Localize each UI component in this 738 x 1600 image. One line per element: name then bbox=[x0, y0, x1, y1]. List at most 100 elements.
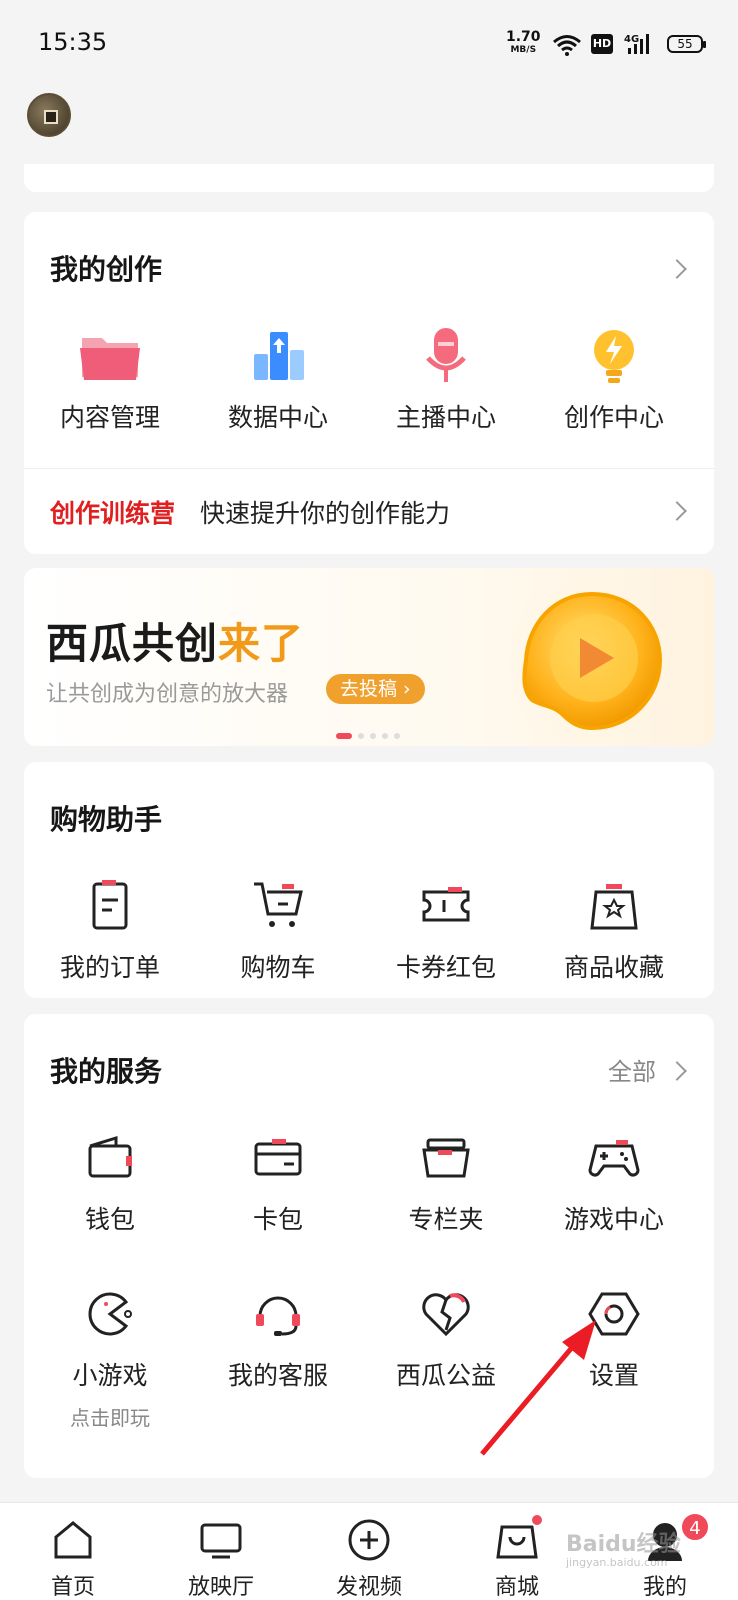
grid-item-content-management[interactable]: 内容管理 bbox=[26, 324, 194, 434]
order-icon bbox=[92, 880, 128, 930]
nav-label: 首页 bbox=[50, 1575, 95, 1600]
grid-item-label: 游戏中心 bbox=[563, 1205, 664, 1234]
nav-home[interactable]: 首页 bbox=[18, 1503, 128, 1600]
grid-item-label: 卡券红包 bbox=[395, 953, 496, 982]
watermark-url: jingyan.baidu.com bbox=[566, 1556, 668, 1569]
grid-item-label: 我的客服 bbox=[227, 1361, 328, 1390]
grid-item-wallet[interactable]: 钱包 bbox=[26, 1126, 194, 1236]
submit-button-label: 去投稿 bbox=[340, 678, 398, 700]
grid-item-label: 数据中心 bbox=[227, 403, 328, 432]
grid-item-label: 卡包 bbox=[252, 1205, 303, 1234]
banner-title-main: 西瓜共创 bbox=[46, 619, 219, 668]
banner-title-highlight: 来了 bbox=[218, 619, 305, 668]
my-services-card: 我的服务 全部 钱包 卡包 专栏夹 游戏中心 小游戏 点击即玩 我的客服 西瓜公… bbox=[24, 1014, 714, 1478]
nav-label: 商城 bbox=[494, 1575, 539, 1600]
grid-item-label: 我的订单 bbox=[59, 953, 160, 982]
training-camp-row[interactable]: 创作训练营 快速提升你的创作能力 bbox=[24, 468, 714, 554]
lightbulb-icon bbox=[594, 330, 634, 383]
home-icon bbox=[54, 1521, 92, 1559]
grid-item-cart[interactable]: 购物车 bbox=[194, 874, 362, 984]
carousel-dot bbox=[382, 733, 388, 739]
my-creation-title: 我的创作 bbox=[50, 253, 163, 286]
status-time: 15:35 bbox=[38, 28, 108, 56]
favorite-bag-icon bbox=[590, 884, 638, 930]
grid-item-label: 内容管理 bbox=[59, 403, 160, 432]
microphone-icon bbox=[426, 328, 466, 382]
data-chart-icon bbox=[254, 332, 304, 380]
pacman-icon bbox=[88, 1292, 132, 1336]
grid-item-data-center[interactable]: 数据中心 bbox=[194, 324, 362, 434]
wifi-icon bbox=[553, 35, 581, 56]
training-camp-text: 快速提升你的创作能力 bbox=[200, 499, 451, 528]
grid-item-label: 小游戏 bbox=[72, 1361, 148, 1390]
nav-label: 发视频 bbox=[335, 1575, 402, 1600]
promo-banner[interactable]: 西瓜共创来了 让共创成为创意的放大器 去投稿 › bbox=[24, 568, 714, 746]
folder-icon bbox=[80, 338, 140, 380]
mall-notification-dot bbox=[530, 1513, 544, 1527]
grid-item-sublabel: 点击即玩 bbox=[70, 1406, 150, 1430]
services-all-link[interactable]: 全部 bbox=[608, 1052, 656, 1087]
training-camp-tag: 创作训练营 bbox=[50, 499, 176, 528]
status-bar: 15:35 1.70 MB/S HD 4G 55 bbox=[0, 0, 738, 90]
banner-subtitle: 让共创成为创意的放大器 bbox=[46, 682, 289, 707]
carousel-dots bbox=[336, 724, 406, 743]
wallet-icon bbox=[88, 1135, 132, 1178]
services-title: 我的服务 bbox=[50, 1055, 163, 1088]
headset-icon bbox=[256, 1296, 300, 1336]
carousel-dot bbox=[358, 733, 364, 739]
nav-label: 我的 bbox=[642, 1575, 687, 1600]
chevron-right-icon[interactable] bbox=[667, 259, 687, 279]
banner-title: 西瓜共创来了 bbox=[46, 610, 304, 671]
carousel-dot bbox=[336, 733, 352, 739]
tv-icon bbox=[200, 1523, 242, 1559]
baidu-watermark: Baidu经验 jingyan.baidu.com bbox=[566, 1526, 681, 1569]
hd-badge: HD bbox=[591, 34, 613, 54]
submit-button[interactable]: 去投稿 › bbox=[326, 674, 425, 704]
services-all-label: 全部 bbox=[608, 1058, 656, 1086]
grid-item-mini-games[interactable]: 小游戏 点击即玩 bbox=[26, 1282, 194, 1431]
shopping-title: 购物助手 bbox=[50, 803, 163, 836]
grid-item-coupons[interactable]: 卡券红包 bbox=[362, 874, 530, 984]
grid-item-column-folder[interactable]: 专栏夹 bbox=[362, 1126, 530, 1236]
card-icon bbox=[254, 1139, 302, 1176]
grid-item-label: 商品收藏 bbox=[563, 953, 664, 982]
nav-label: 放映厅 bbox=[187, 1575, 254, 1600]
nav-post-video[interactable]: 发视频 bbox=[314, 1503, 424, 1600]
grid-item-anchor-center[interactable]: 主播中心 bbox=[362, 324, 530, 434]
grid-item-customer-service[interactable]: 我的客服 bbox=[194, 1282, 362, 1392]
profile-badge: 4 bbox=[680, 1512, 710, 1542]
chevron-right-icon[interactable] bbox=[667, 1061, 687, 1081]
coupon-icon bbox=[422, 887, 470, 922]
grid-item-label: 钱包 bbox=[84, 1205, 135, 1234]
nav-theater[interactable]: 放映厅 bbox=[166, 1503, 276, 1600]
battery-indicator: 55 bbox=[667, 35, 706, 53]
cart-icon bbox=[254, 882, 303, 927]
nav-mall[interactable]: 商城 bbox=[462, 1503, 572, 1600]
signal-icon: 4G bbox=[624, 34, 649, 54]
watermark-text: Baidu经验 bbox=[566, 1532, 681, 1557]
grid-item-label: 购物车 bbox=[240, 953, 316, 982]
grid-item-creation-center[interactable]: 创作中心 bbox=[530, 324, 698, 434]
grid-item-my-orders[interactable]: 我的订单 bbox=[26, 874, 194, 984]
chevron-right-icon bbox=[667, 501, 687, 521]
grid-item-label: 专栏夹 bbox=[408, 1205, 484, 1234]
grid-item-label: 主播中心 bbox=[395, 403, 496, 432]
shopping-assistant-card: 购物助手 我的订单 购物车 卡券红包 商品收藏 bbox=[24, 762, 714, 998]
grid-item-card-pack[interactable]: 卡包 bbox=[194, 1126, 362, 1236]
svg-text:4G: 4G bbox=[624, 34, 639, 45]
plus-circle-icon bbox=[348, 1519, 390, 1561]
avatar[interactable] bbox=[27, 93, 71, 137]
annotation-arrow bbox=[480, 1320, 596, 1456]
grid-item-favorites[interactable]: 商品收藏 bbox=[530, 874, 698, 984]
profile-card-bottom bbox=[24, 164, 714, 192]
carousel-dot bbox=[370, 733, 376, 739]
network-speed: 1.70 MB/S bbox=[506, 29, 541, 55]
grid-item-game-center[interactable]: 游戏中心 bbox=[530, 1126, 698, 1236]
gamepad-icon bbox=[588, 1140, 640, 1177]
heart-icon bbox=[422, 1293, 470, 1337]
grid-item-label: 创作中心 bbox=[563, 403, 664, 432]
carousel-dot bbox=[394, 733, 400, 739]
xigua-play-logo bbox=[502, 578, 682, 746]
column-folder-icon bbox=[422, 1138, 470, 1178]
my-creation-card: 我的创作 内容管理 数据中心 主播中心 创作中心 创作训练营 快速提升你的创作能… bbox=[24, 212, 714, 554]
